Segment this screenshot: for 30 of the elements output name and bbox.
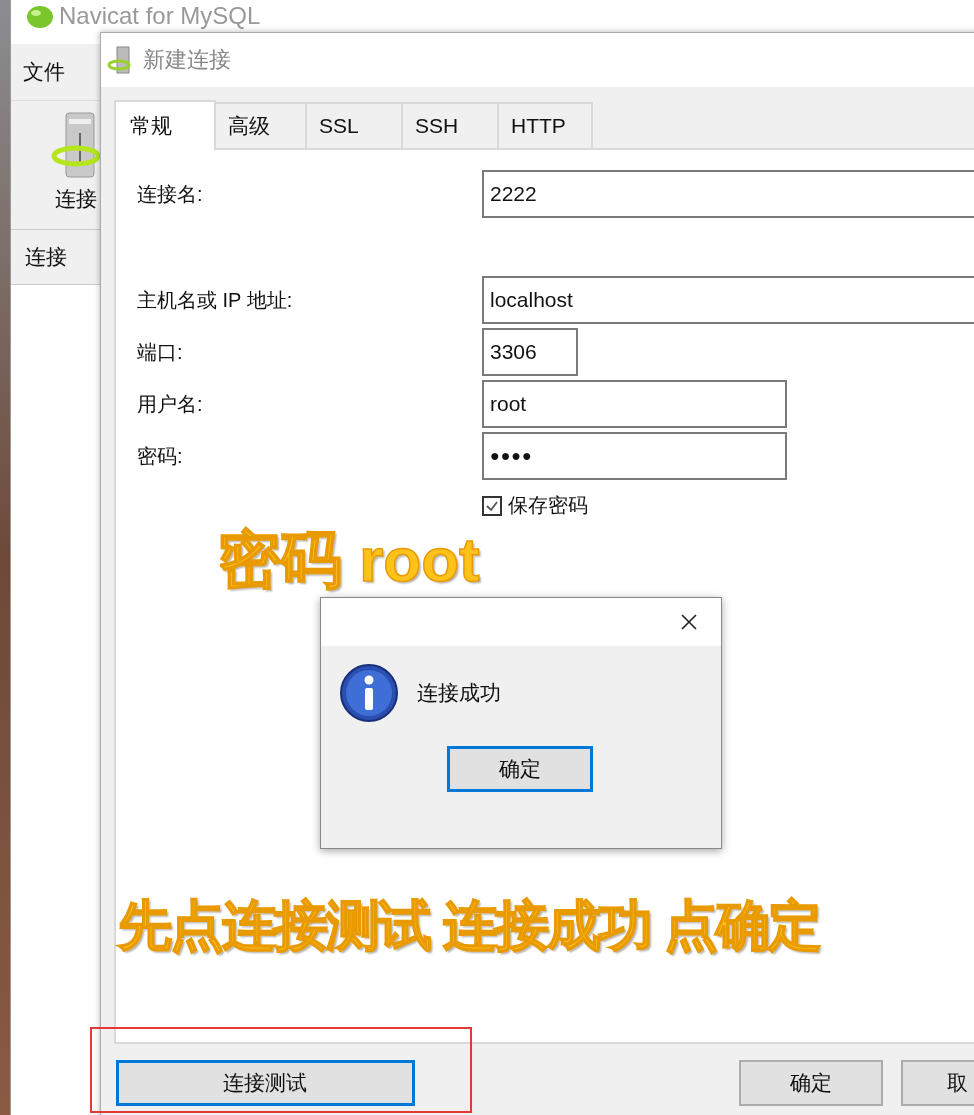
menu-item[interactable]: 文件 [23,58,65,86]
ok-button[interactable]: 确定 [738,1060,884,1106]
annotation-text: 先点连接测试 连接成功 点确定 [118,894,820,957]
settings-tab[interactable]: SSH [403,102,499,148]
ok-button[interactable]: 确定 [447,746,593,792]
settings-tab[interactable]: 高级 [216,102,307,148]
field-label: 连接名: [137,181,204,207]
dialog-title: 新建连接 [143,46,231,74]
input-field[interactable]: 2222 [482,170,974,218]
message-text: 连接成功 [417,680,501,706]
settings-tab[interactable]: SSL [307,102,403,148]
object-tab[interactable]: 连接 [25,243,67,271]
checkbox[interactable] [482,495,502,516]
field-label: 端口: [137,339,184,365]
field-label: 主机名或 IP 地址: [137,287,294,313]
field-label: 密码: [137,443,184,469]
checkbox-label: 保存密码 [508,493,588,518]
annotation-text: 密码 root [218,524,480,596]
test-connection-button[interactable]: 连接测试 [116,1060,415,1106]
field-label: 用户名: [137,391,204,417]
input-field[interactable]: root [482,380,787,428]
password-field[interactable]: ●●●● [482,432,787,480]
input-field[interactable]: 3306 [482,328,578,376]
settings-tab[interactable]: 常规 [114,100,216,150]
info-icon [339,663,399,723]
cancel-button[interactable]: 取 [901,1060,974,1106]
settings-tab[interactable]: HTTP [499,102,593,148]
window-title: Navicat for MySQL [59,2,261,30]
input-field[interactable]: localhost [482,276,974,324]
close-icon[interactable] [679,612,699,632]
